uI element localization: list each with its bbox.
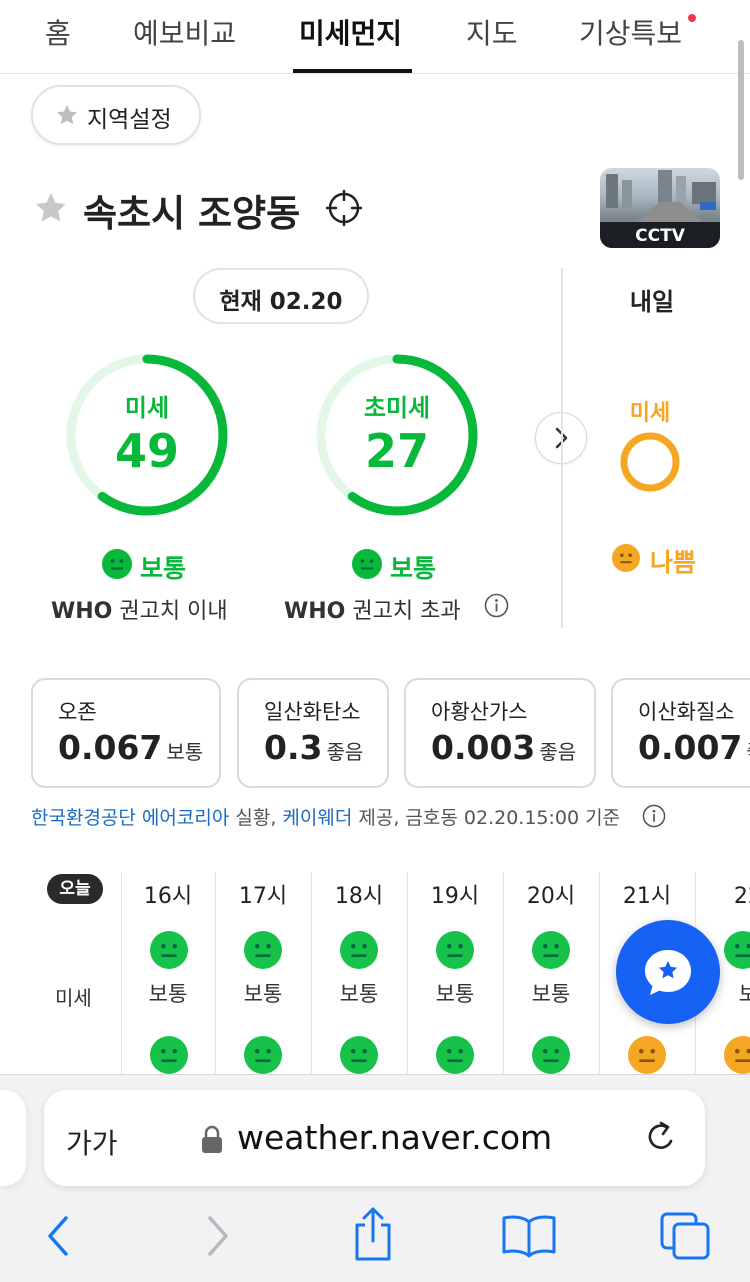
hour-grade: 보통 xyxy=(738,982,750,1006)
forward-icon[interactable] xyxy=(200,1212,236,1260)
neutral-face-icon xyxy=(340,931,378,969)
tomorrow-label: 내일 xyxy=(629,288,675,316)
tab-weather-alert[interactable]: 기상특보 xyxy=(579,12,682,52)
hour-label: 19시 xyxy=(430,884,480,909)
pm10-who-note: WHO 권고치 이내 xyxy=(51,599,228,624)
hour-label: 22시 xyxy=(733,884,750,909)
tomorrow-pm10-gauge xyxy=(620,432,680,492)
neutral-face-icon xyxy=(724,1036,750,1074)
bookmarks-icon[interactable] xyxy=(500,1212,558,1260)
tabs-icon[interactable] xyxy=(658,1210,714,1262)
hour-label: 21시 xyxy=(622,884,672,909)
column-divider xyxy=(561,268,563,628)
pm25-grade: 보통 xyxy=(390,554,437,583)
neutral-face-icon xyxy=(628,1036,666,1074)
neutral-face-icon xyxy=(150,931,188,969)
hour-grade: 보통 xyxy=(148,982,188,1006)
tomorrow-pm10-label: 미세 xyxy=(629,401,671,426)
neutral-face-icon xyxy=(436,931,474,969)
previous-tab-preview[interactable] xyxy=(0,1090,26,1186)
hour-label: 17시 xyxy=(238,884,288,909)
pollutant-card-no2[interactable]: 이산화질소 0.007좋 xyxy=(611,678,750,788)
kweather-link[interactable]: 케이웨더 xyxy=(282,807,352,829)
hour-grade: 보통 xyxy=(435,982,475,1006)
hour-grade: 보통 xyxy=(339,982,379,1006)
pm25-value: 27 xyxy=(364,424,429,478)
neutral-face-icon xyxy=(532,931,570,969)
favorite-star-icon[interactable] xyxy=(33,190,69,226)
pollutant-card-co[interactable]: 일산화탄소 0.3 좋음 xyxy=(237,678,389,788)
neutral-face-icon xyxy=(102,549,132,579)
star-icon xyxy=(57,105,77,125)
pm25-who-note: WHO 권고치 초과 xyxy=(284,599,461,624)
url-text[interactable]: weather.naver.com xyxy=(237,1118,552,1157)
hour-label: 20시 xyxy=(526,884,576,909)
tab-forecast-compare[interactable]: 예보비교 xyxy=(133,12,236,52)
new-alert-dot xyxy=(688,14,696,22)
neutral-face-icon xyxy=(532,1036,570,1074)
data-source-note: 한국환경공단 에어코리아 실황, 케이웨더 제공, 금호동 02.20.15:0… xyxy=(31,807,621,829)
hour-grade: 보통 xyxy=(531,982,571,1006)
hour-label: 18시 xyxy=(334,884,384,909)
current-location-icon[interactable] xyxy=(325,189,363,227)
page-scrollbar[interactable] xyxy=(738,40,744,180)
tomorrow-pm10-grade: 나쁨 xyxy=(650,548,697,577)
neutral-face-icon xyxy=(340,1036,378,1074)
region-setting-label: 지역설정 xyxy=(87,107,172,133)
cctv-label: CCTV xyxy=(635,226,685,246)
neutral-face-icon xyxy=(244,931,282,969)
top-tab-bar: 홈 예보비교 미세먼지 지도 기상특보 xyxy=(0,0,750,74)
airkorea-link[interactable]: 한국환경공단 에어코리아 xyxy=(31,807,229,829)
info-icon[interactable] xyxy=(484,593,509,618)
pm25-label: 초미세 xyxy=(363,394,431,422)
neutral-face-icon xyxy=(352,549,382,579)
pm10-value: 49 xyxy=(114,424,179,478)
chat-fab-button[interactable] xyxy=(616,920,720,1024)
pollutant-card-so2[interactable]: 아황산가스 0.003 좋음 xyxy=(404,678,596,788)
location-title: 속초시 조양동 xyxy=(83,192,301,235)
region-setting-button[interactable]: 지역설정 xyxy=(31,85,201,145)
reload-icon[interactable] xyxy=(641,1119,679,1159)
hour-label: 16시 xyxy=(143,884,193,909)
active-tab-indicator xyxy=(293,69,412,73)
back-icon[interactable] xyxy=(40,1212,76,1260)
neutral-face-icon xyxy=(436,1036,474,1074)
tab-fine-dust[interactable]: 미세먼지 xyxy=(299,12,402,52)
hourly-row-label: 미세 xyxy=(55,986,92,1010)
pm10-grade: 보통 xyxy=(140,554,187,583)
cctv-street-image xyxy=(606,170,716,228)
current-date-label: 현재 02.20 xyxy=(219,289,343,315)
pollutant-card-ozone[interactable]: 오존 0.067 보통 xyxy=(31,678,221,788)
info-icon[interactable] xyxy=(642,804,666,828)
chat-star-icon xyxy=(645,950,691,995)
neutral-face-icon xyxy=(150,1036,188,1074)
lock-icon xyxy=(202,1125,222,1153)
text-size-button[interactable]: 가가 xyxy=(66,1122,118,1162)
neutral-face-icon xyxy=(244,1036,282,1074)
tab-home[interactable]: 홈 xyxy=(45,12,71,52)
share-icon[interactable] xyxy=(350,1205,396,1263)
today-badge: 오늘 xyxy=(47,874,103,904)
current-date-pill: 현재 02.20 xyxy=(193,268,369,324)
tab-map[interactable]: 지도 xyxy=(466,12,518,52)
neutral-face-icon xyxy=(612,544,640,572)
hour-grade: 보통 xyxy=(243,982,283,1006)
cctv-thumbnail[interactable]: CCTV xyxy=(600,168,720,248)
pm10-label: 미세 xyxy=(124,394,170,422)
neutral-face-icon xyxy=(724,931,750,969)
